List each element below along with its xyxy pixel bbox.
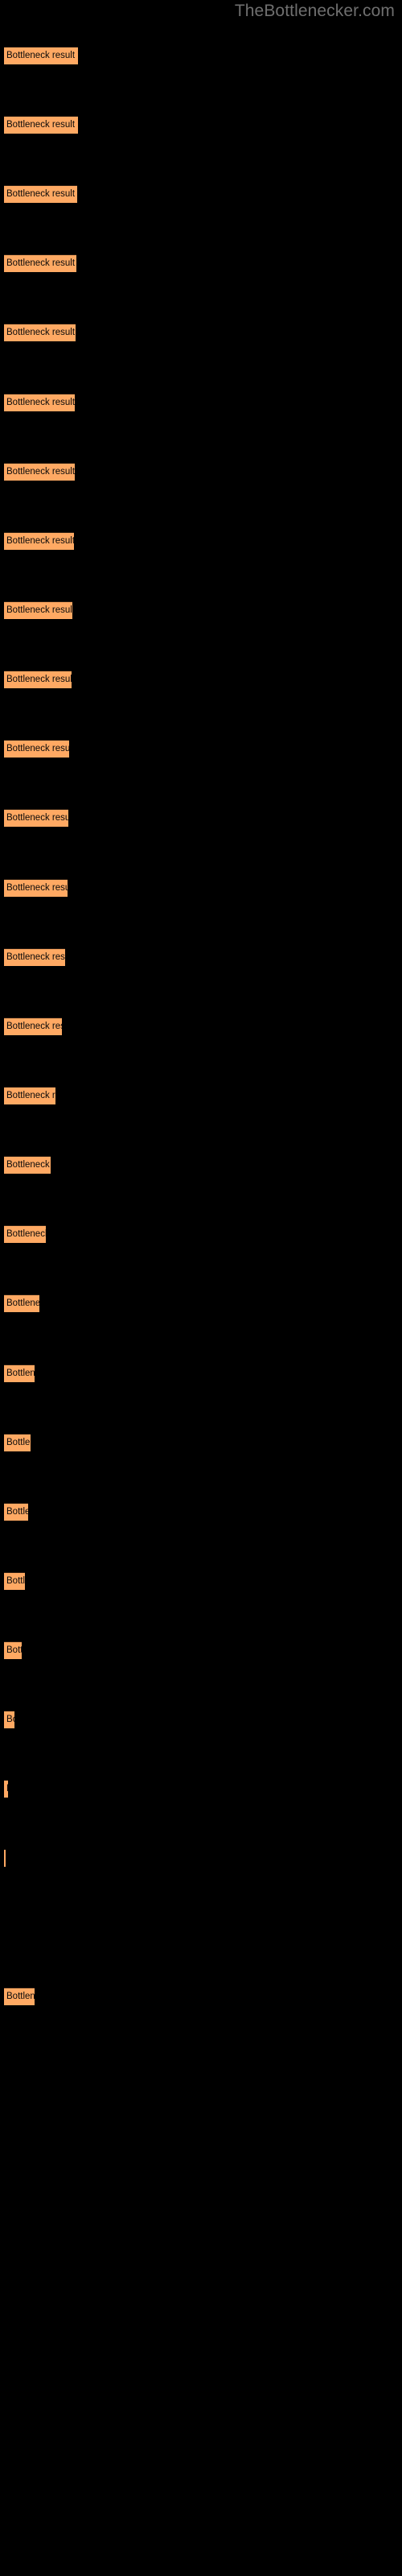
bar-rect [4,671,72,688]
bar-rect [4,47,78,64]
bar-rect [4,1156,51,1174]
bar-row: Bottleneck result [0,532,402,550]
bar-row: Bottleneck result [0,116,402,134]
bar-row: Bottleneck result [0,601,402,619]
bar-row: Bottleneck result [0,1503,402,1521]
bar-rect [4,254,76,272]
bar-series-layer: Bottleneck result Bottleneck result Bottle… [0,0,402,2576]
bar-row: Bottleneck result [0,879,402,897]
bar-rect [4,809,68,827]
bar-rect [4,1780,8,1798]
bar-row: Bottleneck result [0,324,402,341]
bar-rect [4,601,72,619]
bar-rect [4,1711,14,1728]
bar-rect [4,1572,25,1590]
bar-row: Bottleneck result [0,1641,402,1659]
bar-row: Bottleneck result [0,1087,402,1104]
bar-row [0,1918,402,1936]
bar-row: Bottleneck result [0,47,402,64]
bar-row: Bottleneck result [0,254,402,272]
bar-rect [4,532,74,550]
bar-row: Bottleneck result [0,1156,402,1174]
bar-rect [4,116,78,134]
bar-rect [4,463,75,481]
bar-row: Bottleneck result [0,1225,402,1243]
bar-row: Bottleneck result [0,463,402,481]
bar-rect [4,1641,22,1659]
bar-rect [4,1018,62,1035]
bar-row: Bottleneck result [0,1988,402,2005]
bar-row: Bottleneck result [0,1780,402,1798]
bottleneck-chart: TheBottlenecker.com Bottleneck result Bot… [0,0,402,2576]
bar-rect [4,1988,35,2005]
bar-rect [4,324,76,341]
bar-row: Bottleneck result [0,740,402,758]
bar-rect [4,740,69,758]
bar-rect [4,185,77,203]
bar-row: Bottleneck result [0,948,402,966]
bar-rect [4,1849,6,1867]
bar-rect [4,948,65,966]
bar-rect [4,1294,39,1312]
bar-rect [4,1225,46,1243]
bar-rect [4,1503,28,1521]
bar-row: Bottleneck result [0,1364,402,1382]
bar-rect [4,1364,35,1382]
bar-rect [4,1087,55,1104]
bar-rect [4,879,68,897]
bar-row: Bottleneck result [0,185,402,203]
bar-row: Bottleneck result [0,671,402,688]
bar-row: Bottleneck result [0,1711,402,1728]
bar-row: Bottleneck result [0,1849,402,1867]
bar-row: Bottleneck result [0,1294,402,1312]
bar-rect [4,394,75,411]
bar-row: Bottleneck result [0,394,402,411]
bar-rect [4,1434,31,1451]
bar-row: Bottleneck result [0,1018,402,1035]
bar-row: Bottleneck result [0,809,402,827]
bar-row: Bottleneck result [0,1434,402,1451]
bar-row: Bottleneck result [0,1572,402,1590]
